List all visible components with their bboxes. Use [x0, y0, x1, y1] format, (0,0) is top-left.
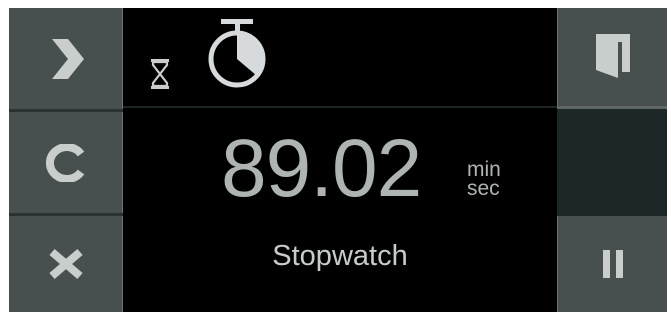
- stopwatch-screen: 89.02 min sec Stopwatch: [9, 8, 667, 312]
- time-units: min sec: [467, 159, 501, 200]
- empty-panel: [557, 109, 667, 216]
- mode-label: Stopwatch: [272, 240, 408, 272]
- pause-button[interactable]: [557, 216, 667, 312]
- chevron-right-icon: [51, 38, 84, 79]
- unit-sec: sec: [467, 177, 500, 200]
- hourglass-icon: [151, 59, 169, 89]
- close-x-icon: [48, 248, 83, 280]
- close-button[interactable]: [9, 216, 123, 312]
- clear-c-icon: [45, 143, 84, 182]
- time-readout: 89.02: [221, 123, 422, 214]
- stopwatch-icon: [208, 19, 266, 88]
- door-icon: [595, 34, 630, 78]
- clear-button[interactable]: [9, 112, 123, 213]
- display-divider: [123, 106, 557, 108]
- pause-icon: [602, 250, 623, 278]
- next-button[interactable]: [9, 8, 123, 109]
- display-panel: 89.02 min sec Stopwatch: [123, 8, 557, 312]
- door-button[interactable]: [557, 8, 667, 106]
